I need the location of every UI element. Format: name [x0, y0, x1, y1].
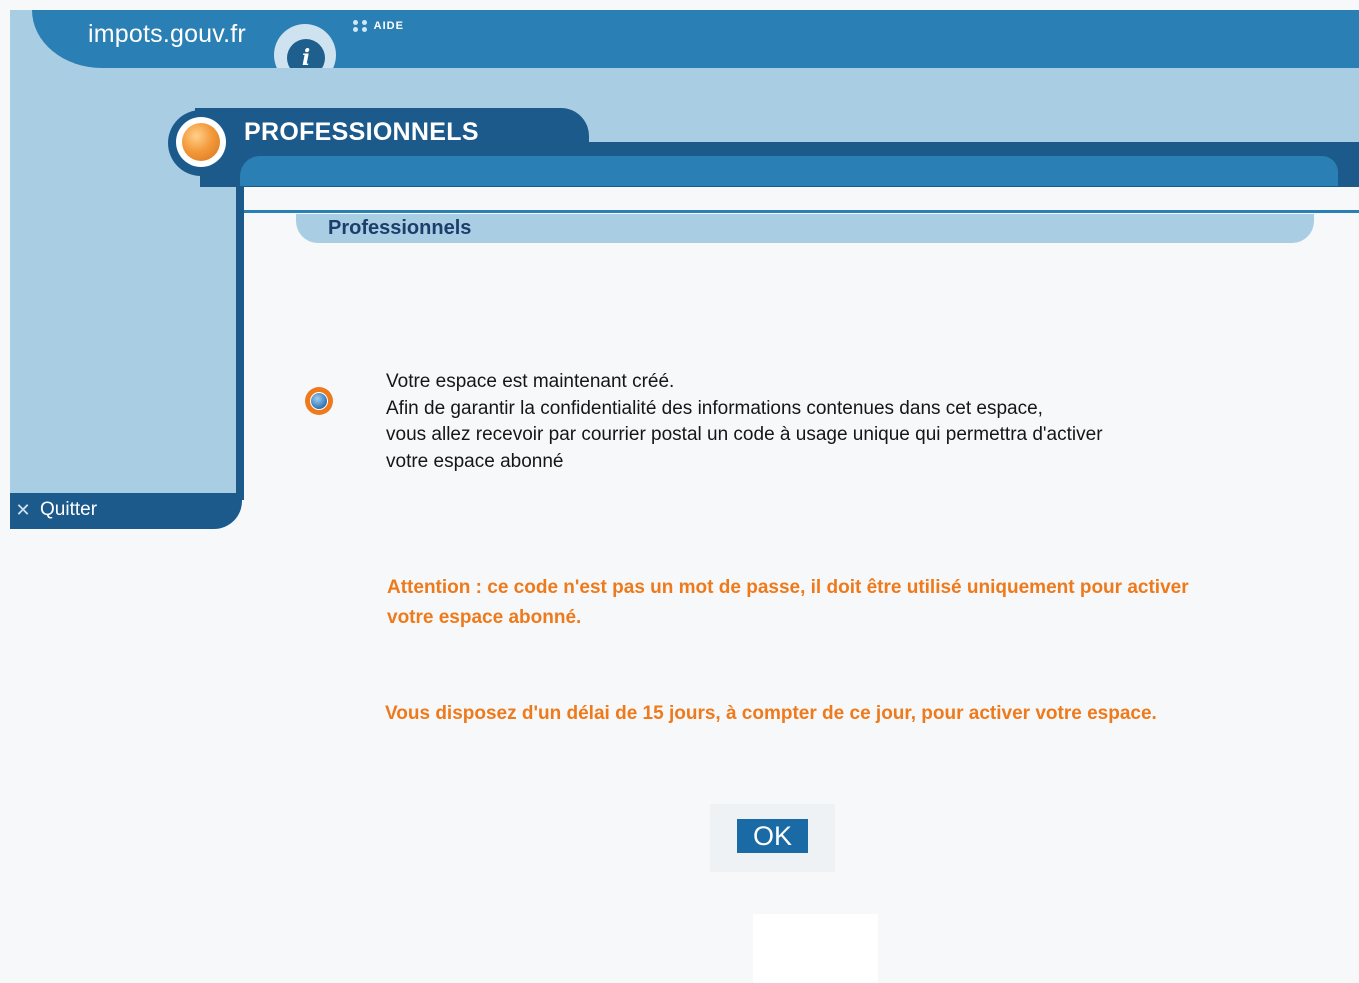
- globe-icon-inner: [310, 392, 328, 410]
- section-title: PROFESSIONNELS: [244, 118, 479, 146]
- page-subtitle: Professionnels: [328, 217, 472, 239]
- message-line: vous allez recevoir par courrier postal …: [386, 424, 1103, 445]
- blank-panel: [753, 914, 878, 983]
- section-bar-inner: [240, 156, 1338, 186]
- ok-button[interactable]: OK: [737, 819, 808, 853]
- divider-line: [244, 210, 1359, 213]
- confirmation-message: Votre espace est maintenant créé. Afin d…: [386, 369, 1286, 475]
- orange-orb-icon: [182, 123, 220, 161]
- dots-icon: [352, 20, 370, 33]
- delay-notice: Vous disposez d'un délai de 15 jours, à …: [385, 703, 1157, 724]
- warning-line: Attention : ce code n'est pas un mot de …: [387, 577, 1189, 598]
- message-line: Afin de garantir la confidentialité des …: [386, 397, 1043, 419]
- warning-message: Attention : ce code n'est pas un mot de …: [387, 573, 1287, 633]
- site-logo-text[interactable]: impots.gouv.fr: [88, 20, 246, 49]
- help-link[interactable]: AIDE: [352, 20, 404, 33]
- message-line: Votre espace est maintenant créé.: [386, 371, 675, 392]
- quit-label: Quitter: [40, 499, 98, 520]
- quit-button[interactable]: ✕ Quitter: [12, 496, 97, 524]
- close-x-icon: ✕: [15, 499, 31, 520]
- page: impots.gouv.fr i AIDE ✕ Quitter PROFESSIO…: [0, 0, 1359, 983]
- sidebar-edge: [236, 170, 244, 500]
- help-link-label: AIDE: [373, 20, 404, 32]
- warning-line: votre espace abonné.: [387, 607, 582, 628]
- message-line: votre espace abonné: [386, 450, 564, 472]
